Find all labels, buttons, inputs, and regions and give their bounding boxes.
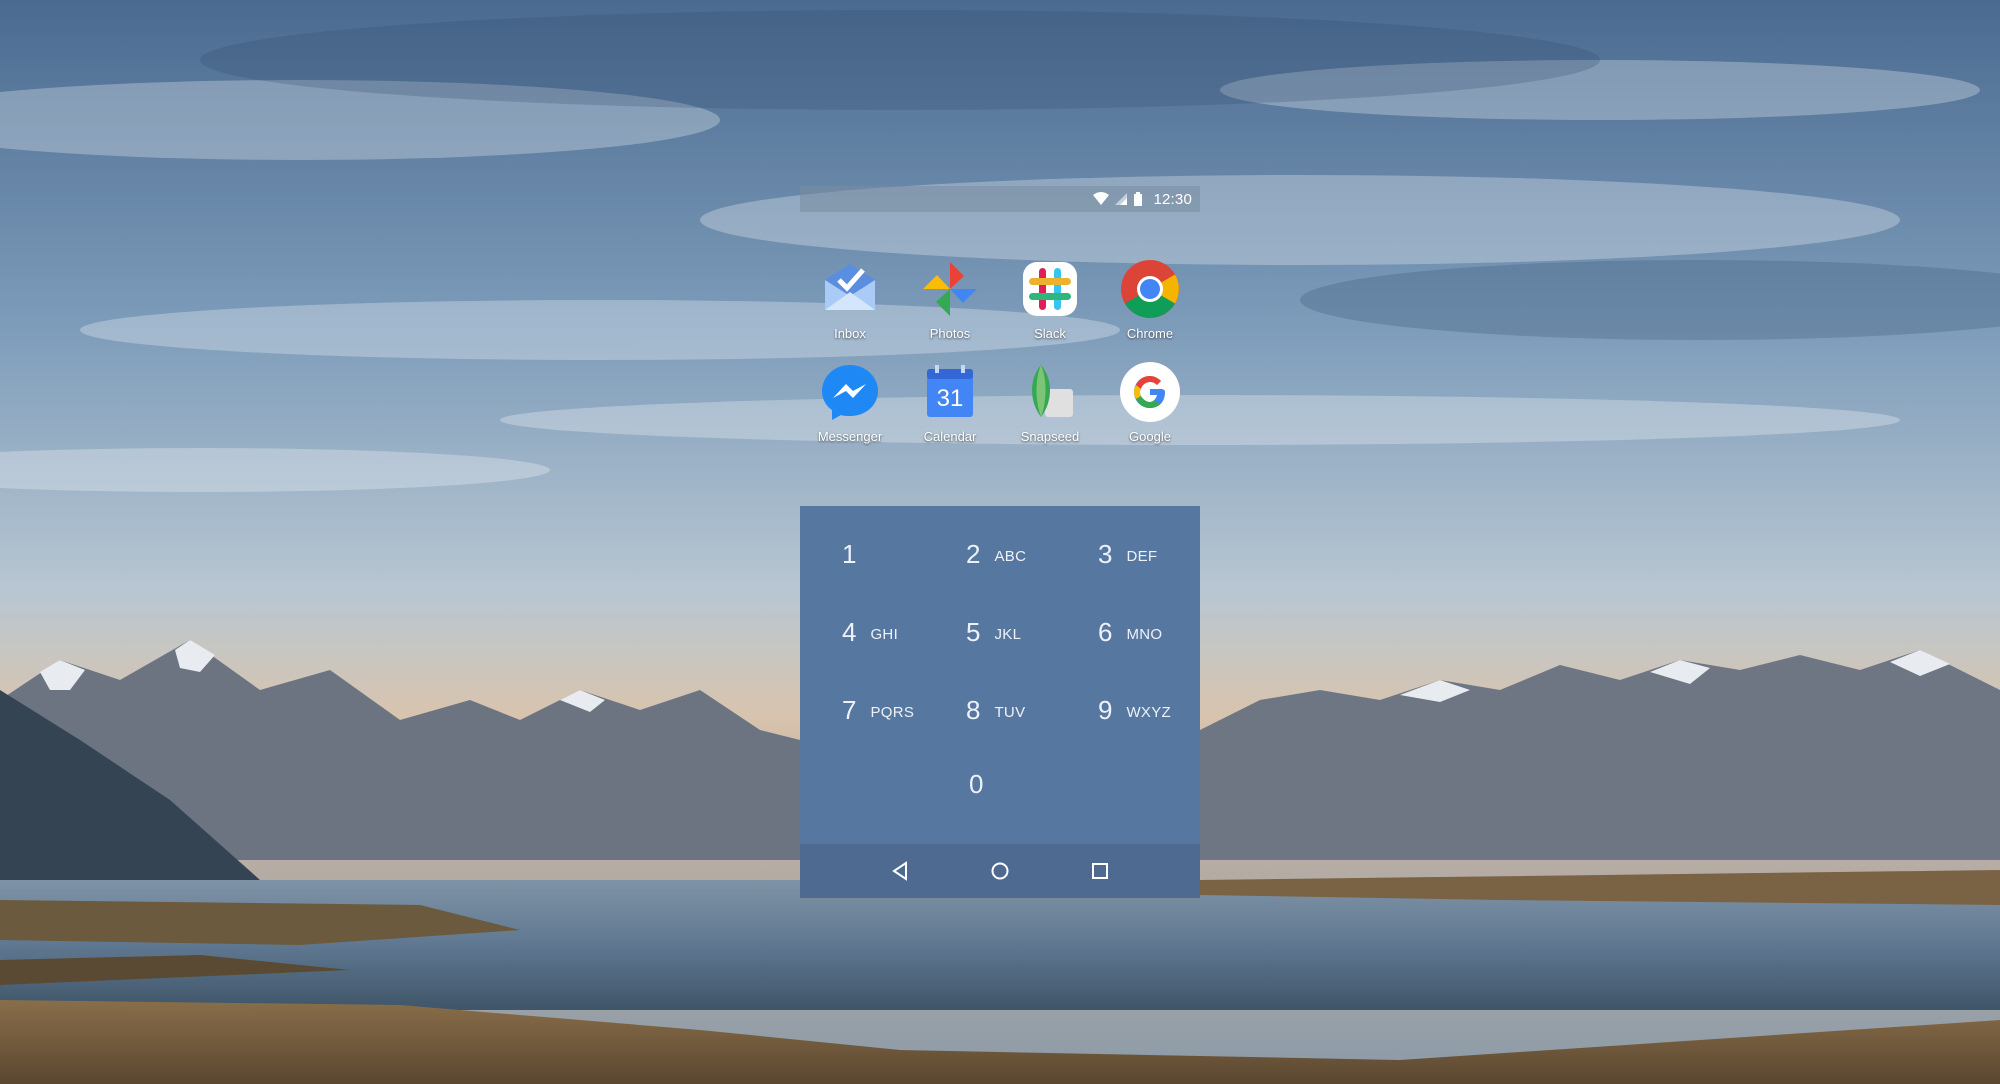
- calendar-icon: 31: [927, 365, 973, 417]
- status-time: 12:30: [1153, 190, 1192, 208]
- key-letters: JKL: [994, 625, 1022, 643]
- status-bar: 12:30: [800, 186, 1200, 212]
- key-digit: 3: [1098, 538, 1113, 569]
- app-label: Google: [1129, 429, 1171, 444]
- dial-key-7[interactable]: 7 PQRS: [842, 680, 914, 740]
- key-digit: 0: [969, 768, 984, 799]
- home-icon: [991, 862, 1009, 880]
- app-snapseed[interactable]: Snapseed: [1000, 359, 1100, 444]
- app-label: Photos: [929, 326, 971, 341]
- key-digit: 7: [842, 694, 857, 725]
- dial-key-9[interactable]: 9 WXYZ: [1098, 680, 1171, 740]
- app-label: Chrome: [1126, 326, 1174, 341]
- chrome-icon: [1121, 260, 1179, 318]
- google-icon: [1120, 362, 1180, 422]
- battery-icon: [1133, 192, 1143, 206]
- recents-icon: [1092, 863, 1108, 879]
- key-letters: ABC: [994, 547, 1027, 565]
- app-messenger[interactable]: Messenger: [800, 359, 900, 444]
- cell-signal-icon: [1115, 193, 1128, 205]
- dial-key-5[interactable]: 5 JKL: [966, 602, 1021, 662]
- app-slack[interactable]: Slack: [1000, 256, 1100, 341]
- dial-key-4[interactable]: 4 GHI: [842, 602, 898, 662]
- key-digit: 4: [842, 616, 857, 647]
- app-label: Messenger: [817, 429, 883, 444]
- app-google[interactable]: Google: [1100, 359, 1200, 444]
- inbox-icon: [825, 264, 875, 310]
- key-letters: DEF: [1126, 547, 1158, 565]
- app-label: Inbox: [834, 326, 866, 341]
- calendar-date-badge: 31: [937, 385, 964, 412]
- back-icon: [892, 861, 907, 881]
- app-photos[interactable]: Photos: [900, 256, 1000, 341]
- app-inbox[interactable]: Inbox: [800, 256, 900, 341]
- phone-overlay: 12:30 Inbox Photos Slack Chrome Messenge…: [800, 186, 1200, 898]
- key-digit: 8: [966, 694, 981, 725]
- photos-icon: [923, 262, 977, 316]
- navigation-bar: [800, 844, 1200, 898]
- app-calendar[interactable]: 31 Calendar: [900, 359, 1000, 444]
- app-chrome[interactable]: Chrome: [1100, 256, 1200, 341]
- key-letters: MNO: [1126, 625, 1163, 643]
- app-grid: Inbox Photos Slack Chrome Messenger 31 C…: [800, 256, 1200, 444]
- key-letters: PQRS: [870, 703, 915, 721]
- slack-icon: [1023, 262, 1077, 316]
- dial-key-6[interactable]: 6 MNO: [1098, 602, 1162, 662]
- dial-key-1[interactable]: 1: [842, 524, 856, 584]
- key-digit: 1: [842, 538, 857, 569]
- home-button[interactable]: [980, 851, 1020, 891]
- app-label: Slack: [1034, 326, 1066, 341]
- key-digit: 9: [1098, 694, 1113, 725]
- recents-button[interactable]: [1080, 851, 1120, 891]
- key-letters: GHI: [870, 625, 899, 643]
- dial-key-0[interactable]: 0: [969, 754, 983, 814]
- app-label: Calendar: [923, 429, 977, 444]
- key-letters: WXYZ: [1126, 703, 1171, 721]
- dial-key-2[interactable]: 2 ABC: [966, 524, 1026, 584]
- key-digit: 5: [966, 616, 981, 647]
- app-label: Snapseed: [1020, 429, 1080, 444]
- dial-key-3[interactable]: 3 DEF: [1098, 524, 1157, 584]
- wifi-icon: [1093, 192, 1110, 206]
- snapseed-icon: [1032, 365, 1073, 417]
- key-digit: 2: [966, 538, 981, 569]
- key-digit: 6: [1098, 616, 1113, 647]
- dial-key-8[interactable]: 8 TUV: [966, 680, 1025, 740]
- key-letters: TUV: [994, 703, 1026, 721]
- back-button[interactable]: [880, 851, 920, 891]
- messenger-icon: [822, 365, 878, 420]
- dialpad: 1 2 ABC 3 DEF 4 GHI 5 JKL 6 MNO 7 PQRS 8…: [800, 506, 1200, 844]
